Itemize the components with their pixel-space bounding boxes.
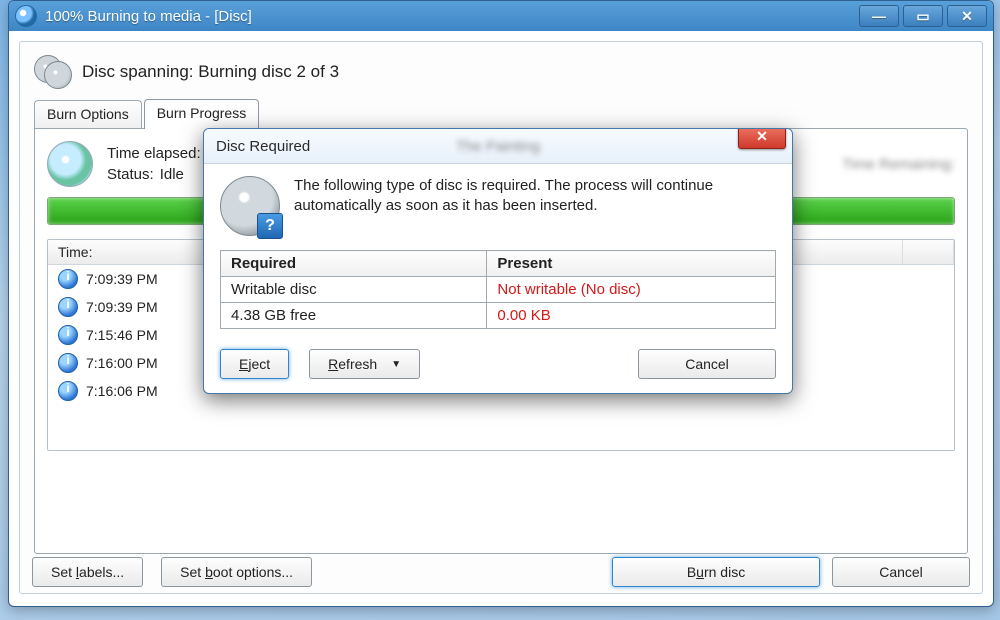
progress-info: Time elapsed: Status: Idle bbox=[107, 145, 201, 183]
table-row: Writable discNot writable (No disc) bbox=[221, 277, 776, 303]
maximize-button[interactable]: ▭ bbox=[903, 5, 943, 27]
info-icon bbox=[58, 325, 78, 345]
eject-button[interactable]: Eject bbox=[220, 349, 289, 379]
spanning-header: Disc spanning: Burning disc 2 of 3 bbox=[34, 52, 968, 92]
app-icon bbox=[15, 5, 37, 27]
discs-icon bbox=[34, 55, 72, 89]
info-icon bbox=[58, 269, 78, 289]
window-buttons: — ▭ ✕ bbox=[855, 5, 987, 27]
table-row: 4.38 GB free0.00 KB bbox=[221, 303, 776, 329]
question-badge-icon: ? bbox=[257, 213, 283, 239]
disc-question-icon: ? bbox=[220, 176, 280, 236]
time-elapsed-label: Time elapsed: bbox=[107, 145, 201, 162]
time-remaining-label: Time Remaining: bbox=[842, 156, 955, 173]
info-icon bbox=[58, 381, 78, 401]
req-header: Required bbox=[221, 251, 487, 277]
close-button[interactable]: ✕ bbox=[947, 5, 987, 27]
close-icon: ✕ bbox=[756, 128, 768, 145]
minimize-button[interactable]: — bbox=[859, 5, 899, 27]
modal-close-button[interactable]: ✕ bbox=[738, 128, 786, 149]
set-labels-button[interactable]: Set labels... bbox=[32, 557, 143, 587]
info-icon bbox=[58, 297, 78, 317]
tab-row: Burn Options Burn Progress bbox=[34, 98, 968, 128]
window-title: 100% Burning to media - [Disc] bbox=[45, 8, 855, 25]
modal-title-blur: The Painting bbox=[456, 138, 540, 155]
modal-titlebar: Disc Required The Painting ✕ bbox=[204, 129, 792, 164]
present-cell: 0.00 KB bbox=[487, 303, 776, 329]
requirements-table: Required Present Writable discNot writab… bbox=[220, 250, 776, 329]
set-boot-options-button[interactable]: Set boot options... bbox=[161, 557, 312, 587]
required-cell: 4.38 GB free bbox=[221, 303, 487, 329]
disc-required-dialog: Disc Required The Painting ✕ ? The follo… bbox=[203, 128, 793, 394]
tab-burn-options[interactable]: Burn Options bbox=[34, 100, 142, 128]
log-col-time: Time: bbox=[48, 240, 209, 264]
present-cell: Not writable (No disc) bbox=[487, 277, 776, 303]
modal-title: Disc Required bbox=[216, 138, 310, 155]
log-col-end bbox=[903, 240, 954, 264]
cancel-button[interactable]: Cancel bbox=[832, 557, 970, 587]
refresh-button[interactable]: Refresh ▼ bbox=[309, 349, 420, 379]
modal-wrap: Disc Required The Painting ✕ ? The follo… bbox=[203, 128, 793, 394]
bottom-bar: Set labels... Set boot options... Burn d… bbox=[32, 557, 970, 587]
modal-buttons: Eject Refresh ▼ Cancel bbox=[220, 349, 776, 379]
status-value: Idle bbox=[160, 166, 184, 183]
required-cell: Writable disc bbox=[221, 277, 487, 303]
burn-disc-button[interactable]: Burn disc bbox=[612, 557, 820, 587]
spanning-text: Disc spanning: Burning disc 2 of 3 bbox=[82, 62, 339, 82]
chevron-down-icon: ▼ bbox=[391, 359, 401, 370]
modal-message: The following type of disc is required. … bbox=[294, 176, 776, 236]
titlebar: 100% Burning to media - [Disc] — ▭ ✕ bbox=[9, 1, 993, 31]
modal-cancel-button[interactable]: Cancel bbox=[638, 349, 776, 379]
info-icon bbox=[58, 353, 78, 373]
present-header: Present bbox=[487, 251, 776, 277]
status-label: Status: bbox=[107, 166, 154, 183]
progress-disc-icon bbox=[47, 141, 93, 187]
tab-burn-progress[interactable]: Burn Progress bbox=[144, 99, 259, 129]
